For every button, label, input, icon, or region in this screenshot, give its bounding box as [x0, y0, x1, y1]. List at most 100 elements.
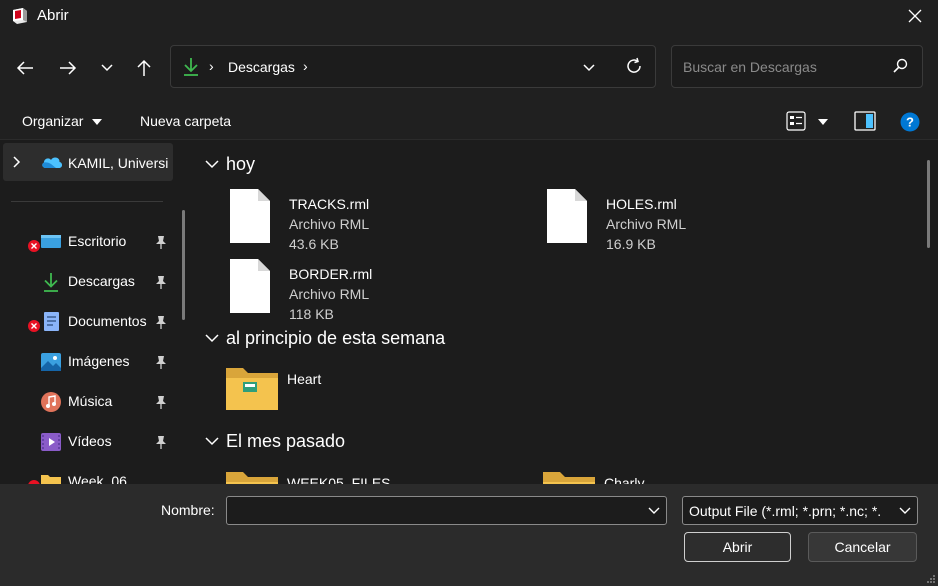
folder-name: Charly — [604, 475, 645, 484]
up-button[interactable] — [131, 55, 157, 81]
forward-button[interactable] — [55, 55, 81, 81]
navigation-pane: KAMIL, Universi Escritorio Descargas Doc… — [0, 140, 190, 484]
resize-grip-icon[interactable] — [926, 574, 936, 584]
breadcrumb-separator[interactable]: › — [209, 58, 214, 74]
music-icon — [41, 392, 61, 412]
filename-combobox[interactable] — [226, 496, 667, 525]
sidebar-item-label: Week_06 — [68, 473, 127, 484]
folder-icon — [543, 472, 595, 484]
app-icon — [13, 8, 27, 24]
address-bar[interactable]: › Descargas › — [170, 45, 656, 88]
help-icon[interactable]: ? — [900, 112, 920, 132]
pin-icon — [156, 436, 166, 449]
chevron-down-icon — [205, 437, 219, 446]
sidebar-item-week06[interactable]: Week_06 — [0, 462, 180, 484]
chevron-down-icon[interactable] — [899, 507, 911, 515]
open-button[interactable]: Abrir — [684, 532, 791, 562]
chevron-down-icon[interactable] — [648, 507, 660, 515]
group-label: al principio de esta semana — [226, 328, 446, 348]
folder-item[interactable]: Heart — [225, 366, 525, 428]
file-size: 43.6 KB — [289, 236, 339, 252]
view-options-icon[interactable] — [786, 111, 806, 131]
caret-down-icon[interactable] — [818, 119, 828, 125]
folder-name: WEEK05_FILES — [287, 475, 391, 484]
sidebar-item-videos[interactable]: Vídeos — [0, 422, 180, 460]
sync-error-icon — [28, 320, 40, 332]
file-item[interactable]: TRACKS.rml Archivo RML 43.6 KB — [227, 188, 527, 252]
sidebar-item-label: Música — [68, 393, 113, 409]
folder-name: Heart — [287, 371, 322, 387]
preview-pane-icon[interactable] — [854, 111, 876, 131]
file-size: 16.9 KB — [606, 236, 656, 252]
new-folder-button[interactable]: Nueva carpeta — [140, 113, 231, 129]
arrow-up-icon — [137, 59, 151, 76]
file-size: 118 KB — [289, 306, 334, 322]
search-input[interactable]: Buscar en Descargas — [683, 59, 817, 75]
sidebar-item-documents[interactable]: Documentos — [0, 302, 180, 340]
sidebar-item-label: Vídeos — [68, 433, 112, 449]
file-name: TRACKS.rml — [289, 196, 370, 212]
command-bar: Organizar Nueva carpeta ? — [0, 102, 938, 140]
sidebar-item-label: Escritorio — [68, 233, 127, 249]
cancel-button[interactable]: Cancelar — [808, 532, 917, 562]
sidebar-item-onedrive[interactable]: KAMIL, Universi — [3, 143, 173, 181]
group-label: hoy — [226, 154, 256, 174]
folder-icon — [226, 472, 278, 484]
file-name: BORDER.rml — [289, 266, 373, 282]
file-name: HOLES.rml — [606, 196, 677, 212]
documents-icon — [44, 312, 59, 331]
content-scrollbar[interactable] — [927, 160, 930, 248]
folder-icon — [41, 475, 61, 484]
close-icon — [908, 9, 922, 23]
arrow-left-icon — [16, 61, 33, 75]
folder-item[interactable]: WEEK05_FILES — [225, 470, 525, 484]
sidebar-scrollbar[interactable] — [182, 210, 185, 320]
sidebar-item-desktop[interactable]: Escritorio — [0, 222, 180, 260]
pin-icon — [156, 236, 166, 249]
pin-icon — [156, 356, 166, 369]
filename-input[interactable] — [227, 497, 637, 524]
sidebar-item-downloads[interactable]: Descargas — [0, 262, 180, 300]
sidebar-item-label: KAMIL, Universi — [68, 155, 169, 171]
svg-text:?: ? — [906, 115, 914, 130]
breadcrumb-separator[interactable]: › — [303, 58, 308, 74]
desktop-icon — [41, 235, 61, 248]
arrow-right-icon — [60, 61, 77, 75]
pin-icon — [156, 316, 166, 329]
file-type: Archivo RML — [606, 216, 687, 232]
search-icon[interactable] — [892, 58, 908, 74]
search-box[interactable]: Buscar en Descargas — [671, 45, 923, 88]
folder-icon — [226, 368, 278, 410]
folder-item[interactable]: Charly — [542, 470, 842, 484]
file-type-filter: Output File (*.rml; *.prn; *.nc; *. — [689, 503, 882, 519]
refresh-icon[interactable] — [625, 57, 643, 75]
sidebar-item-label: Imágenes — [68, 353, 130, 369]
caret-down-icon[interactable] — [92, 119, 102, 125]
file-type-select[interactable]: Output File (*.rml; *.prn; *.nc; *. — [682, 496, 918, 525]
file-item[interactable]: BORDER.rml Archivo RML 118 KB — [227, 258, 527, 322]
file-item[interactable]: HOLES.rml Archivo RML 16.9 KB — [544, 188, 844, 252]
pictures-icon — [41, 353, 61, 371]
sidebar-item-label: Descargas — [68, 273, 135, 289]
sidebar-item-music[interactable]: Música — [0, 382, 180, 420]
organize-button[interactable]: Organizar — [22, 113, 83, 129]
title-bar: Abrir — [0, 0, 938, 32]
close-button[interactable] — [892, 0, 938, 32]
sidebar-divider — [11, 201, 163, 202]
window-title: Abrir — [37, 7, 69, 24]
back-button[interactable] — [12, 55, 38, 81]
breadcrumb-downloads[interactable]: Descargas — [228, 59, 295, 75]
file-icon — [547, 189, 587, 243]
chevron-down-icon — [205, 160, 219, 169]
sidebar-item-pictures[interactable]: Imágenes — [0, 342, 180, 380]
sidebar-item-label: Documentos — [68, 313, 147, 329]
chevron-right-icon[interactable] — [13, 156, 21, 168]
dialog-footer: Nombre: Output File (*.rml; *.prn; *.nc;… — [0, 484, 938, 586]
videos-icon — [41, 433, 61, 451]
file-icon — [230, 259, 270, 313]
navigation-bar: › Descargas › Buscar en Descargas — [0, 32, 938, 102]
onedrive-cloud-icon — [42, 157, 63, 168]
recent-locations-button[interactable] — [94, 55, 120, 81]
download-icon — [184, 58, 198, 76]
chevron-down-icon[interactable] — [582, 59, 596, 75]
